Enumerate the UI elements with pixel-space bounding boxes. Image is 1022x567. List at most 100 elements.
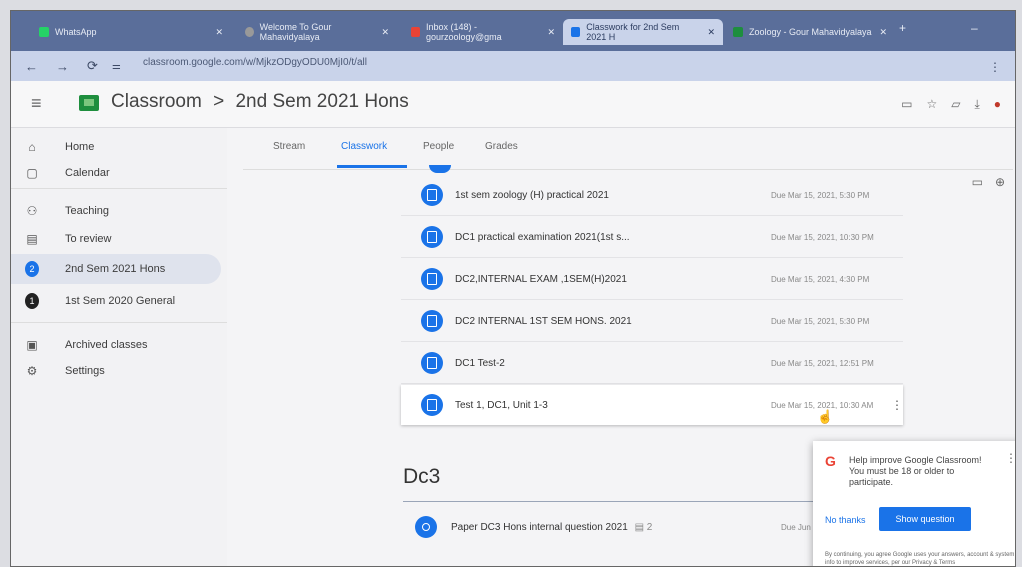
site-info-icon[interactable]: ⚌	[112, 61, 121, 72]
popup-footer: By continuing, you agree Google uses you…	[825, 552, 1015, 566]
tab-bar: WhatsApp ✕ Welcome To Gour Mahavidyalaya…	[11, 11, 1015, 51]
sidebar-item-label: Teaching	[65, 205, 110, 217]
archive-icon: ▣	[26, 338, 38, 352]
app-name[interactable]: Classroom	[111, 91, 202, 112]
tab-label: Zoology - Gour Mahavidyalaya	[749, 27, 872, 37]
show-question-button[interactable]: Show question	[879, 507, 971, 531]
assignment-title: Paper DC3 Hons internal question 2021 ▤ …	[451, 522, 652, 533]
browser-tab-classwork[interactable]: Classwork for 2nd Sem 2021 H ✕	[563, 19, 723, 45]
close-icon[interactable]: ✕	[381, 27, 389, 38]
assignment-icon	[421, 226, 443, 248]
sidebar-item-to-review[interactable]: ▤ To review	[11, 224, 221, 254]
tab-stream[interactable]: Stream	[273, 141, 305, 152]
feedback-popup: G Help improve Google Classroom! You mus…	[813, 441, 1015, 566]
assignment-title: DC2 INTERNAL 1ST SEM HONS. 2021	[455, 315, 632, 327]
close-icon[interactable]: ✕	[215, 27, 223, 38]
class-badge-letter: 1	[25, 293, 39, 309]
browser-tab-whatsapp[interactable]: WhatsApp ✕	[31, 19, 231, 45]
divider	[243, 169, 1013, 170]
class-name[interactable]: 2nd Sem 2021 Hons	[235, 91, 408, 112]
sidebar-item-label: 2nd Sem 2021 Hons	[65, 263, 166, 275]
calendar-link-icon[interactable]: ▭	[901, 97, 912, 112]
question-icon	[415, 516, 437, 538]
extensions-icon[interactable]: ⋮	[989, 60, 1001, 74]
download-icon[interactable]: ⤓	[974, 97, 979, 112]
back-icon[interactable]: ←	[25, 59, 38, 74]
home-icon: ⌂	[28, 140, 36, 154]
class-badge-letter: 2	[25, 261, 39, 277]
assignment-due: Due Mar 15, 2021, 12:51 PM	[771, 358, 874, 368]
assignment-title: DC1 practical examination 2021(1st s...	[455, 231, 630, 243]
assignment-row[interactable]: Paper DC3 Hons internal question 2021 ▤ …	[401, 507, 821, 547]
sidebar-item-teaching[interactable]: ⚇ Teaching	[11, 196, 221, 226]
drive-folder-icon[interactable]: ⊕	[995, 175, 1005, 189]
close-icon[interactable]: ⋮	[1005, 451, 1015, 465]
assignment-title: DC1 Test-2	[455, 357, 505, 369]
assignment-row[interactable]: 1st sem zoology (H) practical 2021 Due M…	[401, 175, 903, 216]
more-options-icon[interactable]: ⋮	[891, 398, 903, 412]
assignment-row[interactable]: DC1 practical examination 2021(1st s... …	[401, 217, 903, 258]
assignment-icon	[429, 165, 451, 173]
assignment-row[interactable]: DC2,INTERNAL EXAM ,1SEM(H)2021 Due Mar 1…	[401, 259, 903, 300]
avatar[interactable]: ●	[994, 97, 1001, 112]
forward-icon[interactable]: →	[56, 59, 69, 74]
assignment-title: DC2,INTERNAL EXAM ,1SEM(H)2021	[455, 273, 627, 285]
new-tab-icon[interactable]: +	[899, 21, 906, 35]
people-icon: ⚇	[26, 204, 38, 218]
zoology-icon	[733, 27, 743, 37]
assignment-icon	[421, 184, 443, 206]
header-actions: ▭ ☆ ▱ ⤓ ●	[901, 97, 1001, 112]
close-icon[interactable]: ✕	[707, 27, 715, 38]
hamburger-menu-icon[interactable]: ≡	[31, 93, 42, 114]
sidebar-item-1st-sem[interactable]: 1 1st Sem 2020 General	[11, 286, 221, 316]
sidebar-item-label: Archived classes	[65, 339, 148, 351]
sidebar-item-settings[interactable]: ⚙ Settings	[11, 356, 221, 386]
assignment-due: Due Mar 15, 2021, 4:30 PM	[771, 274, 870, 284]
reload-icon[interactable]: ⟳	[87, 58, 98, 74]
assignment-icon	[421, 394, 443, 416]
url-field[interactable]: classroom.google.com/w/MjkzODgyODU0MjI0/…	[143, 57, 367, 68]
star-icon[interactable]: ☆	[926, 97, 937, 112]
browser-tab-college[interactable]: Welcome To Gour Mahavidyalaya ✕	[237, 19, 397, 45]
sidebar-item-label: To review	[65, 233, 112, 245]
active-tab-indicator	[337, 165, 407, 168]
assignment-due: Due Jun	[781, 522, 811, 532]
close-icon[interactable]: ✕	[879, 27, 887, 38]
close-icon[interactable]: ✕	[547, 27, 555, 38]
browser-tab-zoology[interactable]: Zoology - Gour Mahavidyalaya ✕	[725, 19, 895, 45]
assignment-title-text: Paper DC3 Hons internal question 2021	[451, 521, 628, 533]
browser-window: WhatsApp ✕ Welcome To Gour Mahavidyalaya…	[10, 10, 1016, 567]
assignment-row[interactable]: DC2 INTERNAL 1ST SEM HONS. 2021 Due Mar …	[401, 301, 903, 342]
globe-icon	[245, 27, 254, 37]
divider	[11, 188, 227, 189]
drive-icon[interactable]: ▱	[951, 97, 960, 112]
breadcrumb-separator: >	[213, 91, 225, 112]
sidebar-item-2nd-sem[interactable]: 2 2nd Sem 2021 Hons	[11, 254, 221, 284]
classwork-actions: ▭ ⊕	[972, 175, 1005, 189]
assignment-title: Test 1, DC1, Unit 1-3	[455, 399, 548, 411]
class-badge: 1	[25, 293, 39, 309]
assignment-row[interactable]: DC1 Test-2 Due Mar 15, 2021, 12:51 PM	[401, 343, 903, 384]
assignment-icon	[421, 352, 443, 374]
sidebar-item-label: Calendar	[65, 167, 110, 179]
sidebar-item-label: Settings	[65, 365, 105, 377]
google-logo-icon: G	[825, 453, 836, 469]
assignment-due: Due Mar 15, 2021, 5:30 PM	[771, 190, 870, 200]
topic-title: Dc3	[403, 465, 441, 488]
tab-grades[interactable]: Grades	[485, 141, 518, 152]
classroom-icon	[571, 27, 581, 37]
calendar-view-icon[interactable]: ▭	[972, 175, 983, 189]
minimize-icon[interactable]: –	[971, 21, 978, 35]
divider	[11, 322, 227, 323]
tab-label: Classwork for 2nd Sem 2021 H	[586, 22, 680, 42]
sidebar-item-label: Home	[65, 141, 95, 153]
assignment-due: Due Mar 15, 2021, 5:30 PM	[771, 316, 870, 326]
breadcrumb: Classroom > 2nd Sem 2021 Hons	[111, 91, 409, 113]
assignment-title: 1st sem zoology (H) practical 2021	[455, 189, 609, 201]
tab-people[interactable]: People	[423, 141, 454, 152]
tab-classwork[interactable]: Classwork	[341, 141, 387, 152]
assignment-icon	[421, 268, 443, 290]
browser-tab-gmail[interactable]: Inbox (148) - gourzoology@gma ✕	[403, 19, 563, 45]
sidebar-item-calendar[interactable]: ▢ Calendar	[11, 158, 221, 188]
no-thanks-button[interactable]: No thanks	[825, 515, 866, 525]
